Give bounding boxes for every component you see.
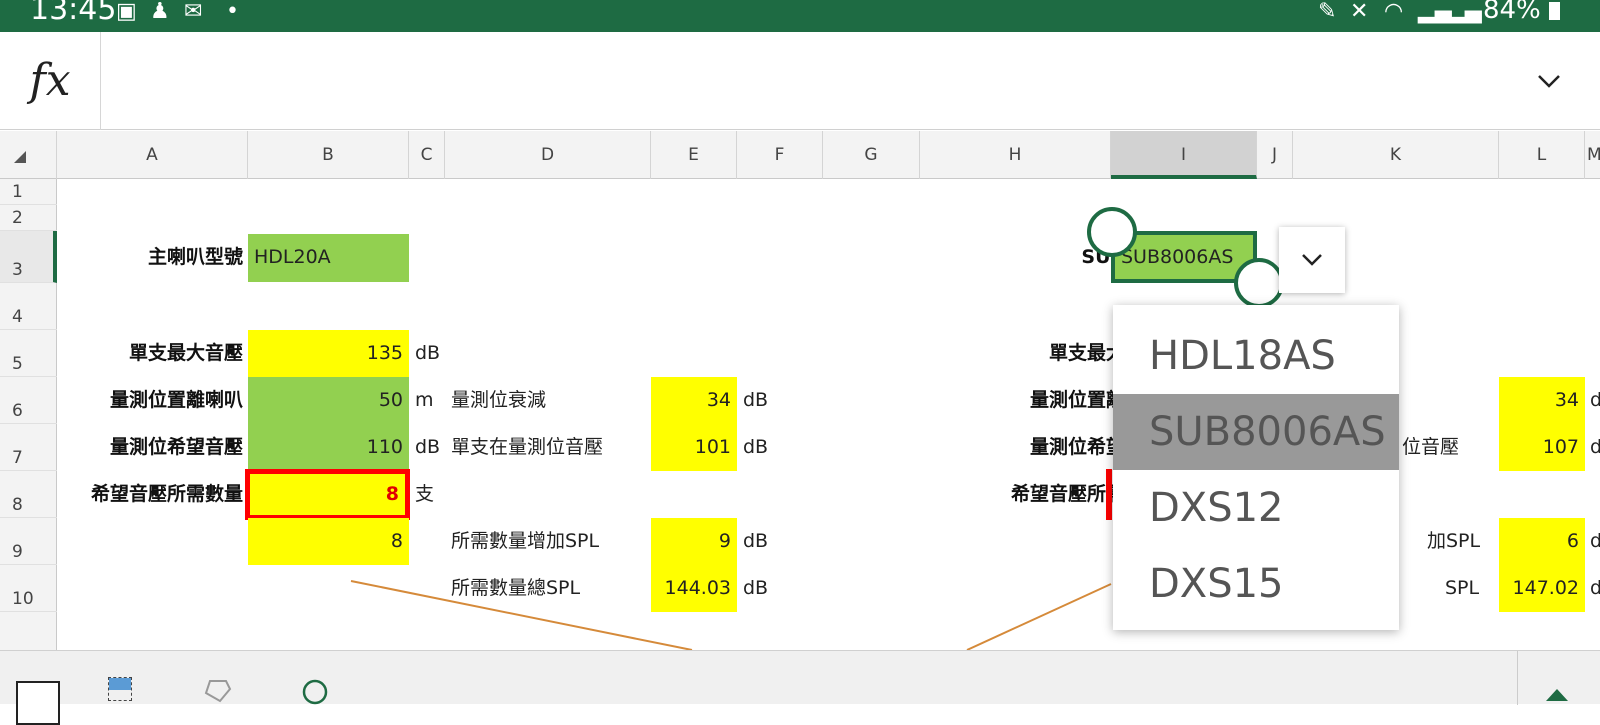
person-icon: ♟	[150, 0, 170, 24]
row-header-10[interactable]: 10	[0, 565, 57, 612]
dropdown-list: HDL18AS SUB8006AS DXS12 DXS15	[1113, 305, 1399, 630]
toolbar-divider	[1517, 651, 1518, 705]
wifi-icon: ◠	[1384, 0, 1404, 24]
row-header-3[interactable]: 3	[0, 231, 57, 283]
mute-icon: ✕	[1350, 0, 1369, 24]
row-header-8[interactable]: 8	[0, 471, 57, 518]
row-header-7[interactable]: 7	[0, 424, 57, 471]
column-header-d[interactable]: D	[445, 131, 651, 179]
row-header-9[interactable]: 9	[0, 518, 57, 565]
dot-icon: •	[226, 0, 239, 24]
column-header: A B C D E F G H I J K L M	[0, 131, 1600, 179]
column-header-k[interactable]: K	[1293, 131, 1499, 179]
column-header-e[interactable]: E	[651, 131, 737, 179]
dropdown-option-sub8006as[interactable]: SUB8006AS	[1113, 394, 1399, 470]
image-icon: ▣	[116, 0, 137, 24]
status-bar: 13:45 ▣ ♟ ✉ • ✎ ✕ ◠ ▂▄ ▂▄ 84%	[0, 0, 1600, 32]
bottom-toolbar	[0, 650, 1600, 725]
row-header-4[interactable]: 4	[0, 283, 57, 330]
column-header-f[interactable]: F	[737, 131, 823, 179]
row-header: 1 2 3 4 5 6 7 8 9 10	[0, 179, 57, 650]
dropdown-option-hdl18as[interactable]: HDL18AS	[1113, 318, 1399, 394]
comment-icon[interactable]	[300, 679, 330, 705]
format-painter-icon[interactable]	[200, 679, 236, 705]
mail-icon: ✉	[184, 0, 203, 24]
row-header-6[interactable]: 6	[0, 377, 57, 424]
battery-level: 84%	[1483, 0, 1560, 26]
signal-icon: ▂▄	[1418, 0, 1452, 24]
dropdown-option-dxs15[interactable]: DXS15	[1113, 546, 1399, 622]
expand-up-icon[interactable]	[1544, 681, 1570, 705]
signal-icon-2: ▂▄	[1448, 0, 1482, 24]
column-header-h[interactable]: H	[920, 131, 1111, 179]
column-header-j[interactable]: J	[1257, 131, 1293, 179]
dropdown-option-dxs12[interactable]: DXS12	[1113, 470, 1399, 546]
column-header-l[interactable]: L	[1499, 131, 1585, 179]
column-header-m[interactable]: M	[1585, 131, 1600, 179]
status-time: 13:45	[30, 0, 117, 27]
chevron-down-icon[interactable]	[1536, 68, 1562, 94]
fill-color-icon[interactable]	[108, 677, 132, 701]
select-all-button[interactable]	[0, 131, 57, 179]
row-header-1[interactable]: 1	[0, 179, 57, 205]
column-header-i[interactable]: I	[1111, 131, 1257, 179]
column-header-a[interactable]: A	[57, 131, 248, 179]
column-header-b[interactable]: B	[248, 131, 409, 179]
pen-icon: ✎	[1318, 0, 1337, 24]
battery-icon	[1549, 2, 1560, 20]
border-icon[interactable]	[16, 681, 60, 725]
formula-bar[interactable]: fx	[0, 32, 1600, 130]
connector-line-1	[350, 580, 693, 650]
column-header-c[interactable]: C	[409, 131, 445, 179]
connector-line-2	[966, 583, 1112, 650]
row-header-2[interactable]: 2	[0, 205, 57, 231]
column-header-g[interactable]: G	[823, 131, 920, 179]
fx-button[interactable]: fx	[0, 32, 101, 130]
row-header-5[interactable]: 5	[0, 330, 57, 377]
